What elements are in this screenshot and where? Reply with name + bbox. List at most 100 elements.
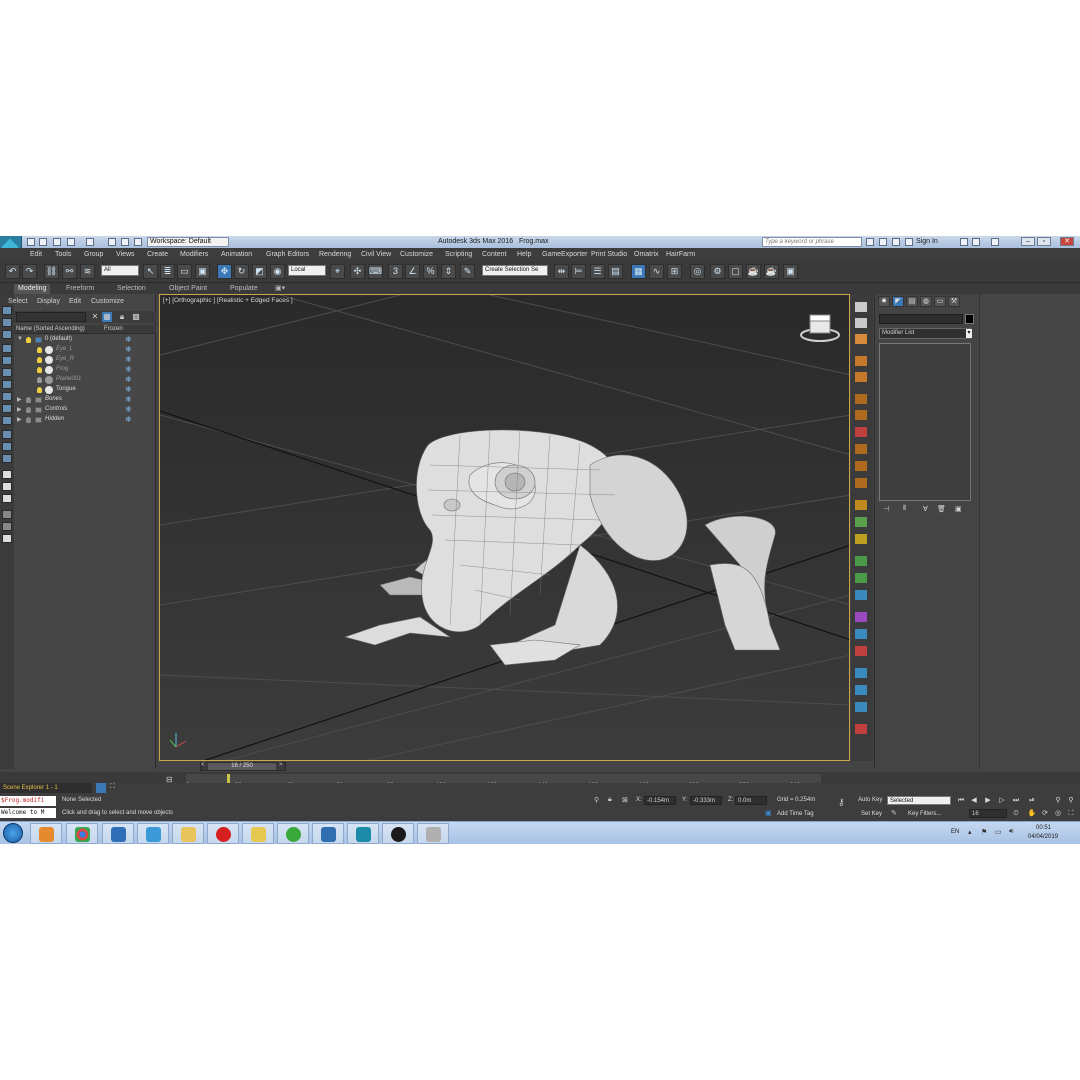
explorer-icon[interactable] (172, 823, 204, 844)
curve-editor-icon[interactable]: ∿ (649, 264, 664, 279)
save-file-icon[interactable] (53, 238, 61, 246)
media-player-icon[interactable] (30, 823, 62, 844)
tree-row-group[interactable]: ▶ Bones ❄ (14, 395, 156, 405)
binoculars-icon[interactable] (866, 238, 874, 246)
display-none-icon[interactable] (2, 306, 12, 315)
view-cube[interactable] (800, 314, 840, 342)
key-icon[interactable]: ⚷ (838, 797, 845, 808)
project-folder-icon[interactable] (108, 238, 116, 246)
tab-modeling[interactable]: Modeling (14, 284, 51, 294)
snowflake-icon[interactable]: ❄ (125, 395, 132, 404)
volume-icon[interactable]: 🔊︎ (1009, 828, 1013, 836)
tools-icon[interactable] (417, 823, 449, 844)
select-by-name-icon[interactable]: ≣ (160, 264, 175, 279)
flag-icon[interactable]: ⚑ (981, 828, 987, 836)
menu-civil-view[interactable]: Civil View (361, 251, 391, 258)
lattice-modifier-icon[interactable] (855, 500, 867, 510)
key-filters-button[interactable]: Key Filters... (908, 811, 941, 817)
zoom-icon[interactable]: ⚲ (1053, 796, 1063, 805)
snowflake-icon[interactable]: ❄ (125, 385, 132, 394)
tree-row-group[interactable]: ▶ Hidden ❄ (14, 415, 156, 425)
column-frozen[interactable]: Frozen (104, 326, 123, 332)
undo-icon[interactable]: ↶ (5, 264, 20, 279)
frog-model[interactable] (343, 429, 781, 666)
mirror-icon[interactable]: ⇹ (554, 264, 569, 279)
ripple-modifier-icon[interactable] (855, 478, 867, 488)
column-name[interactable]: Name (Sorted Ascending) (16, 326, 85, 332)
menu-lines-icon[interactable] (855, 318, 867, 328)
opera-icon[interactable] (207, 823, 239, 844)
morpher-icon[interactable] (855, 724, 867, 734)
align-icon[interactable]: ⊨ (571, 264, 586, 279)
recorder-icon[interactable] (382, 823, 414, 844)
snaps-toggle[interactable]: 3 (388, 264, 403, 279)
render-setup-icon[interactable]: ⚙ (710, 264, 725, 279)
object-name-field[interactable] (879, 314, 963, 324)
display-children-icon[interactable] (2, 494, 12, 503)
hierarchy-icon[interactable]: ⛶ (110, 783, 120, 793)
user-icon[interactable] (905, 238, 913, 246)
filter-icon[interactable] (2, 510, 12, 519)
redo-icon[interactable] (86, 238, 94, 246)
open-file-icon[interactable] (39, 238, 47, 246)
menu-create[interactable]: Create (147, 251, 168, 258)
snowflake-icon[interactable]: ❄ (125, 405, 132, 414)
add-time-tag-button[interactable]: Add Time Tag (777, 811, 814, 817)
rendered-frame-icon[interactable]: ▢ (728, 264, 743, 279)
tray-chevron-icon[interactable]: ▴ (968, 828, 972, 836)
maximize-button[interactable]: ▫ (1037, 237, 1051, 246)
menu-gameexporter[interactable]: GameExporter (542, 251, 588, 258)
x-icon[interactable] (972, 238, 980, 246)
lightbulb-icon[interactable] (37, 367, 42, 373)
snowflake-icon[interactable]: ❄ (125, 375, 132, 384)
menu-group[interactable]: Group (84, 251, 103, 258)
go-to-end-icon[interactable]: ⏭ (1011, 796, 1021, 805)
menu-tools[interactable]: Tools (55, 251, 71, 258)
skin-icon[interactable] (855, 646, 867, 656)
select-manipulate-icon[interactable]: ✣ (350, 264, 365, 279)
snowflake-icon[interactable]: ❄ (125, 365, 132, 374)
scale-icon[interactable]: ◩ (252, 264, 267, 279)
menu-edit[interactable]: Edit (30, 251, 42, 258)
sign-in-link[interactable]: Sign In (916, 238, 938, 245)
move-icon[interactable]: ✥ (217, 264, 232, 279)
menu-graph-editors[interactable]: Graph Editors (266, 251, 309, 258)
stretch-modifier-icon[interactable] (855, 410, 867, 420)
pin-stack-icon[interactable]: ⊣ (883, 505, 889, 513)
perspective-viewport[interactable]: [+] [Orthographic ] [Realistic + Edged F… (159, 294, 850, 761)
object-color-swatch[interactable] (965, 314, 974, 324)
tree-row-object[interactable]: Eye_R ❄ (14, 355, 156, 365)
menu-omatrix[interactable]: Omatrix (634, 251, 659, 258)
snowflake-icon[interactable]: ❄ (125, 335, 132, 344)
modify-tab-icon[interactable]: ◤ (892, 296, 904, 307)
workspace-dropdown[interactable]: Workspace: Default (147, 237, 229, 247)
rotate-icon[interactable]: ↻ (234, 264, 249, 279)
scene-explorer-toggle-icon[interactable] (96, 783, 106, 793)
minimize-button[interactable]: – (1021, 237, 1035, 246)
auto-key-button[interactable]: Auto Key (858, 797, 882, 803)
angle-snap-icon[interactable]: ∠ (405, 264, 420, 279)
schematic-view-icon[interactable]: ⊞ (667, 264, 682, 279)
network-icon[interactable]: ▭ (995, 828, 1002, 836)
timeline-cursor[interactable] (227, 774, 230, 783)
current-frame-field[interactable]: 16 (969, 809, 1007, 818)
utilities-tab-icon[interactable]: ⚒ (948, 296, 960, 307)
time-slider-thumb[interactable]: 16 / 250 (208, 763, 276, 770)
display-groups-icon[interactable] (2, 416, 12, 425)
menu-hairfarm[interactable]: HairFarm (666, 251, 695, 258)
unwrap-icon[interactable] (855, 612, 867, 622)
search-input[interactable]: Type a keyword or phrase (762, 237, 862, 247)
percent-snap-toggle[interactable]: % (423, 264, 438, 279)
modifier-list-dropdown[interactable]: Modifier List ▾ (879, 328, 972, 339)
key-mode-icon[interactable]: ⏯ (1027, 796, 1037, 805)
time-tag-icon[interactable]: ▣ (765, 809, 772, 817)
select-object-icon[interactable]: ↖ (143, 264, 158, 279)
files-icon[interactable] (242, 823, 274, 844)
configure-sets-icon[interactable]: ▣ (955, 505, 962, 513)
layer-toggle-icon[interactable] (2, 534, 12, 543)
explorer-mode-icon[interactable]: ▦ (102, 312, 112, 322)
display-xrefs-icon[interactable] (2, 430, 12, 439)
lightbulb-icon[interactable] (26, 397, 31, 403)
key-mode-dropdown[interactable]: Selected (887, 796, 951, 805)
layer-manager-icon[interactable]: ☰ (590, 264, 605, 279)
